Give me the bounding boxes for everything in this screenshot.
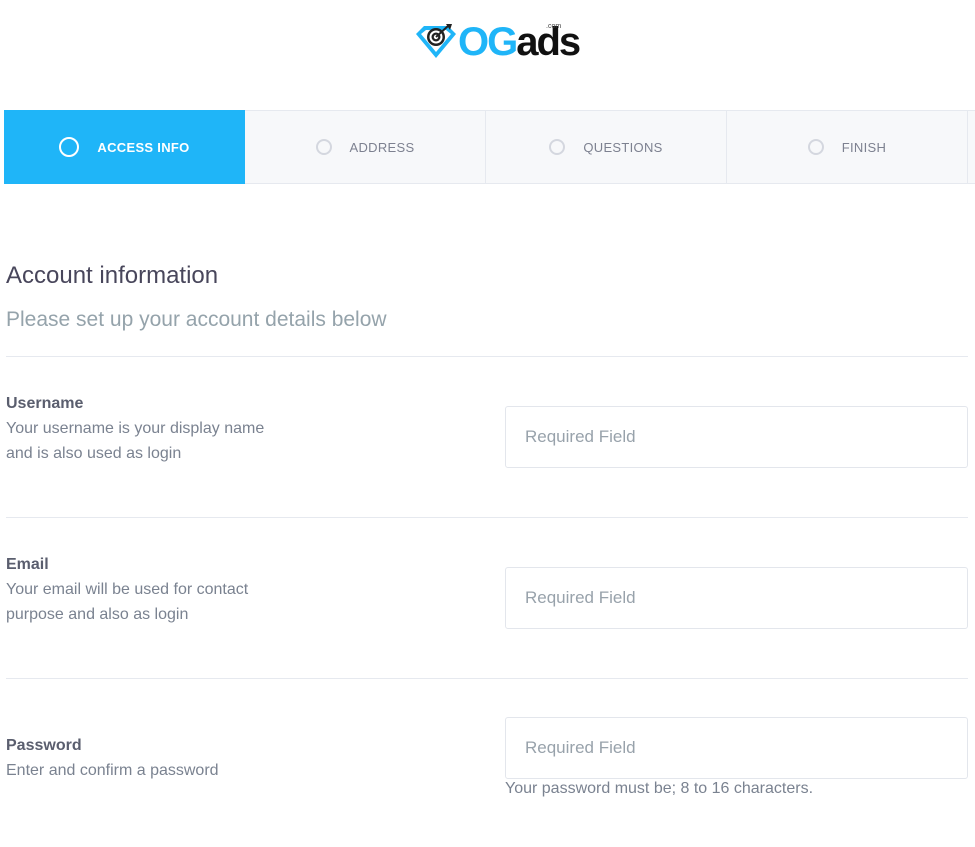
diamond-target-icon	[416, 24, 456, 58]
step-address[interactable]: ADDRESS	[245, 111, 486, 183]
username-input[interactable]	[505, 406, 968, 468]
password-input[interactable]	[505, 717, 968, 779]
logo-com: .com	[546, 23, 562, 30]
ogads-logo[interactable]: OGads .com	[412, 20, 581, 64]
step-circle-icon	[549, 139, 566, 155]
step-circle-icon	[59, 137, 80, 157]
username-desc-line1: Your username is your display name	[6, 420, 265, 437]
step-questions[interactable]: QUESTIONS	[486, 111, 727, 183]
step-label: ACCESS INFO	[97, 139, 190, 155]
wizard-steps: ACCESS INFO ADDRESS QUESTIONS FINISH	[4, 110, 975, 184]
email-input[interactable]	[505, 567, 968, 629]
email-description: Your email will be used for contact purp…	[6, 577, 306, 627]
step-label: QUESTIONS	[583, 139, 663, 155]
divider	[6, 517, 968, 518]
username-description: Your username is your display name and i…	[6, 416, 306, 466]
username-label: Username	[6, 395, 84, 412]
step-label: ADDRESS	[349, 139, 415, 155]
password-desc-line1: Enter and confirm a password	[6, 762, 219, 779]
password-label: Password	[6, 737, 82, 754]
step-label: FINISH	[841, 139, 887, 155]
email-desc-line2: purpose and also as login	[6, 606, 189, 623]
divider	[6, 356, 968, 357]
email-desc-line1: Your email will be used for contact	[6, 581, 249, 598]
step-circle-icon	[315, 139, 332, 155]
email-label: Email	[6, 556, 49, 573]
password-description: Enter and confirm a password	[6, 758, 306, 783]
divider	[6, 678, 968, 679]
signup-page: OGads .com ACCESS INFO ADDRESS QUESTIONS…	[0, 0, 975, 847]
password-hint: Your password must be; 8 to 16 character…	[505, 780, 814, 797]
step-access-info[interactable]: ACCESS INFO	[4, 110, 245, 184]
page-subtitle: Please set up your account details below	[6, 308, 387, 331]
page-title: Account information	[6, 262, 219, 289]
username-desc-line2: and is also used as login	[6, 445, 182, 462]
step-finish[interactable]: FINISH	[727, 111, 968, 183]
step-circle-icon	[807, 139, 824, 155]
